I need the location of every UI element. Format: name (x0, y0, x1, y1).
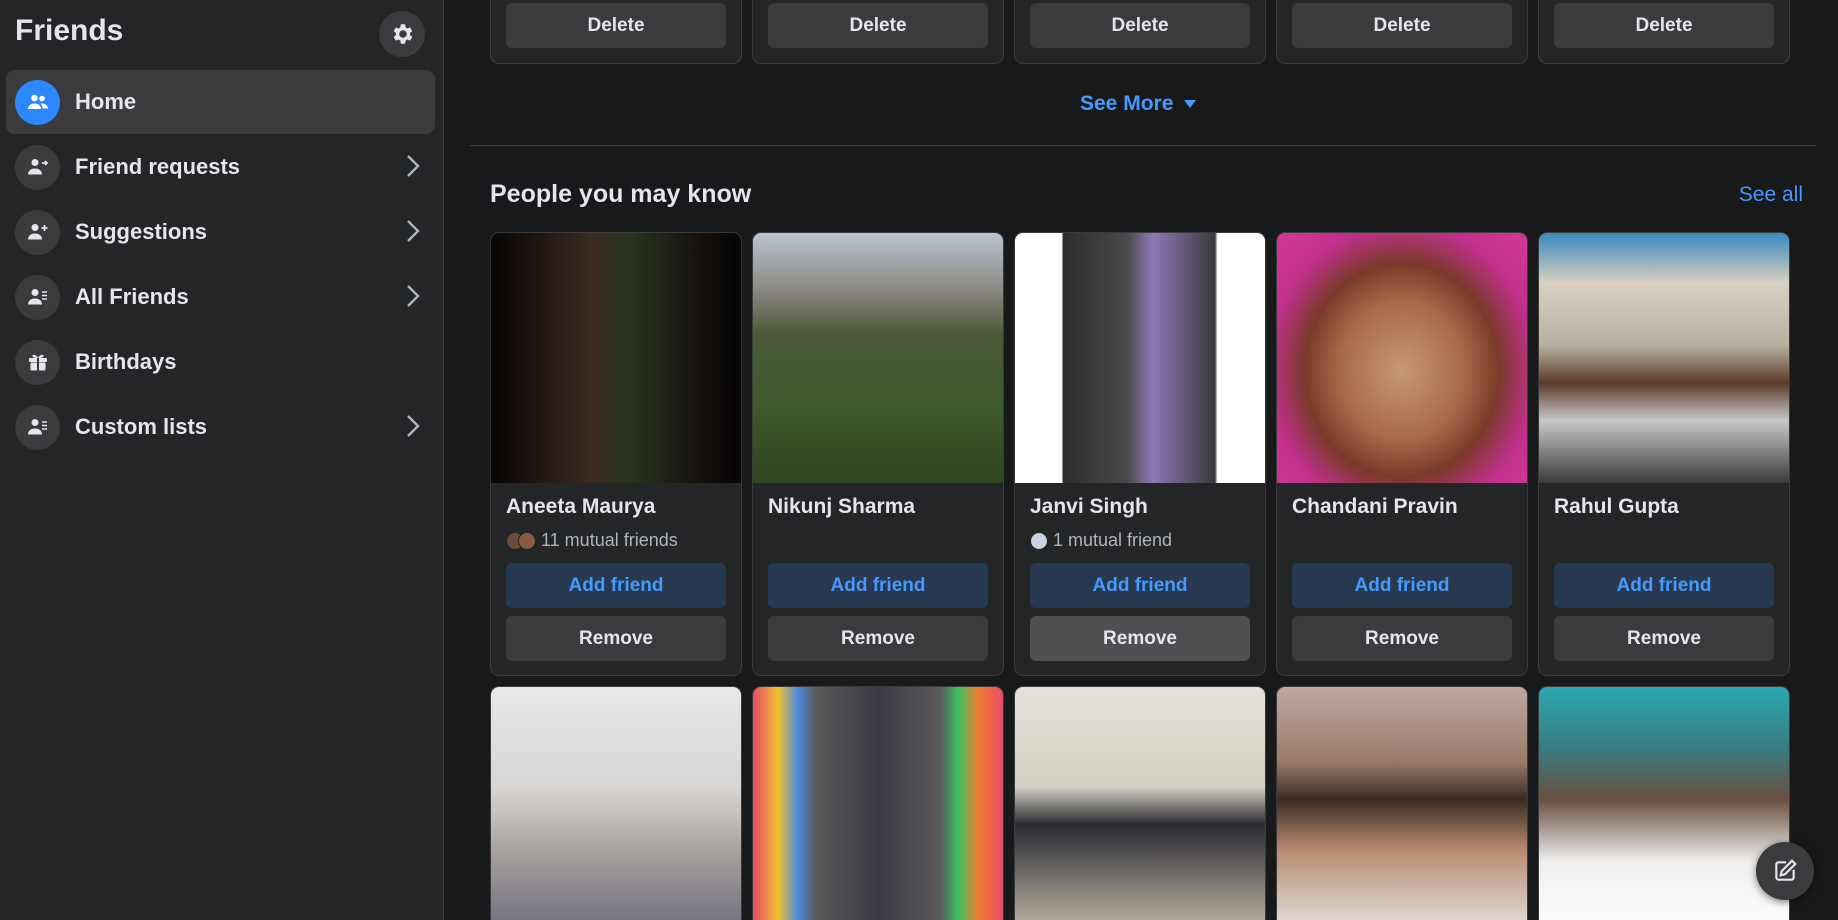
delete-button[interactable]: Delete (1554, 3, 1774, 48)
add-friend-button[interactable]: Add friend (1030, 563, 1250, 608)
delete-button[interactable]: Delete (506, 3, 726, 48)
sidebar-item-all-friends[interactable]: All Friends (6, 265, 435, 329)
sidebar: Friends Home Friend requests Suggestions… (0, 0, 444, 920)
main-content: Delete Delete Delete Delete Delete See M… (445, 0, 1838, 920)
see-more-label: See More (1080, 92, 1174, 115)
person-list-icon (15, 404, 60, 450)
person-name[interactable]: Janvi Singh (1030, 495, 1148, 519)
sidebar-title: Friends (15, 14, 124, 47)
chevron-right-icon (407, 220, 420, 242)
person-card: Rahul Gupta Add friend Remove (1538, 232, 1790, 676)
add-friend-button[interactable]: Add friend (768, 563, 988, 608)
chevron-right-icon (407, 415, 420, 437)
profile-photo[interactable] (1277, 233, 1527, 483)
sidebar-item-custom-lists[interactable]: Custom lists (6, 395, 435, 459)
add-friend-button[interactable]: Add friend (506, 563, 726, 608)
profile-photo[interactable] (753, 687, 1003, 920)
person-card: Aneeta Maurya 11 mutual friends Add frie… (490, 232, 742, 676)
remove-button[interactable]: Remove (1554, 616, 1774, 661)
person-card (752, 686, 1004, 920)
person-arrow-icon (15, 144, 60, 190)
friend-request-card: Delete (1538, 0, 1790, 64)
caret-down-icon (1184, 100, 1197, 108)
friend-request-card: Delete (490, 0, 742, 64)
chevron-right-icon (407, 155, 420, 177)
new-message-button[interactable] (1756, 842, 1814, 900)
mutual-friends: 1 mutual friend (1030, 530, 1172, 551)
people-icon (15, 79, 60, 125)
sidebar-item-label: Suggestions (75, 219, 208, 244)
remove-button[interactable]: Remove (1292, 616, 1512, 661)
sidebar-item-label: All Friends (75, 284, 189, 309)
person-name[interactable]: Aneeta Maurya (506, 495, 655, 519)
add-friend-button[interactable]: Add friend (1292, 563, 1512, 608)
sidebar-item-home[interactable]: Home (6, 70, 435, 134)
person-card: Chandani Pravin Add friend Remove (1276, 232, 1528, 676)
settings-button[interactable] (379, 11, 425, 57)
profile-photo[interactable] (1277, 687, 1527, 920)
friend-request-card: Delete (1014, 0, 1266, 64)
sidebar-item-label: Friend requests (75, 154, 241, 179)
mutual-avatar (1030, 531, 1048, 550)
friend-request-card: Delete (1276, 0, 1528, 64)
compose-icon (1775, 859, 1797, 881)
profile-photo[interactable] (491, 233, 741, 483)
person-card (1276, 686, 1528, 920)
sidebar-item-label: Home (75, 89, 137, 114)
section-title: People you may know (490, 180, 752, 208)
person-name[interactable]: Nikunj Sharma (768, 495, 915, 519)
person-card: Nikunj Sharma Add friend Remove (752, 232, 1004, 676)
chevron-right-icon (407, 285, 420, 307)
person-card: Janvi Singh 1 mutual friend Add friend R… (1014, 232, 1266, 676)
gear-icon (393, 24, 413, 44)
see-all-link[interactable]: See all (1739, 183, 1803, 207)
profile-photo[interactable] (1539, 233, 1789, 483)
delete-button[interactable]: Delete (1030, 3, 1250, 48)
sidebar-item-label: Birthdays (75, 349, 177, 374)
profile-photo[interactable] (1539, 687, 1789, 920)
person-card (490, 686, 742, 920)
see-more-button[interactable]: See More (1080, 92, 1197, 116)
sidebar-item-birthdays[interactable]: Birthdays (6, 330, 435, 394)
sidebar-item-friend-requests[interactable]: Friend requests (6, 135, 435, 199)
friend-request-card: Delete (752, 0, 1004, 64)
profile-photo[interactable] (491, 687, 741, 920)
person-name[interactable]: Chandani Pravin (1292, 495, 1458, 519)
add-friend-button[interactable]: Add friend (1554, 563, 1774, 608)
mutual-friends: 11 mutual friends (506, 530, 678, 551)
section-divider (470, 145, 1816, 146)
profile-photo[interactable] (1015, 233, 1265, 483)
delete-button[interactable]: Delete (768, 3, 988, 48)
profile-photo[interactable] (1015, 687, 1265, 920)
remove-button[interactable]: Remove (768, 616, 988, 661)
mutual-count: 1 mutual friend (1053, 530, 1173, 550)
person-name[interactable]: Rahul Gupta (1554, 495, 1679, 519)
remove-button[interactable]: Remove (1030, 616, 1250, 661)
profile-photo[interactable] (753, 233, 1003, 483)
person-card (1538, 686, 1790, 920)
mutual-avatar (518, 531, 536, 550)
person-list-icon (15, 274, 60, 320)
remove-button[interactable]: Remove (506, 616, 726, 661)
person-add-icon (15, 209, 60, 255)
delete-button[interactable]: Delete (1292, 3, 1512, 48)
sidebar-item-suggestions[interactable]: Suggestions (6, 200, 435, 264)
sidebar-item-label: Custom lists (75, 414, 208, 439)
mutual-count: 11 mutual friends (541, 530, 678, 550)
person-card (1014, 686, 1266, 920)
gift-icon (15, 339, 60, 385)
